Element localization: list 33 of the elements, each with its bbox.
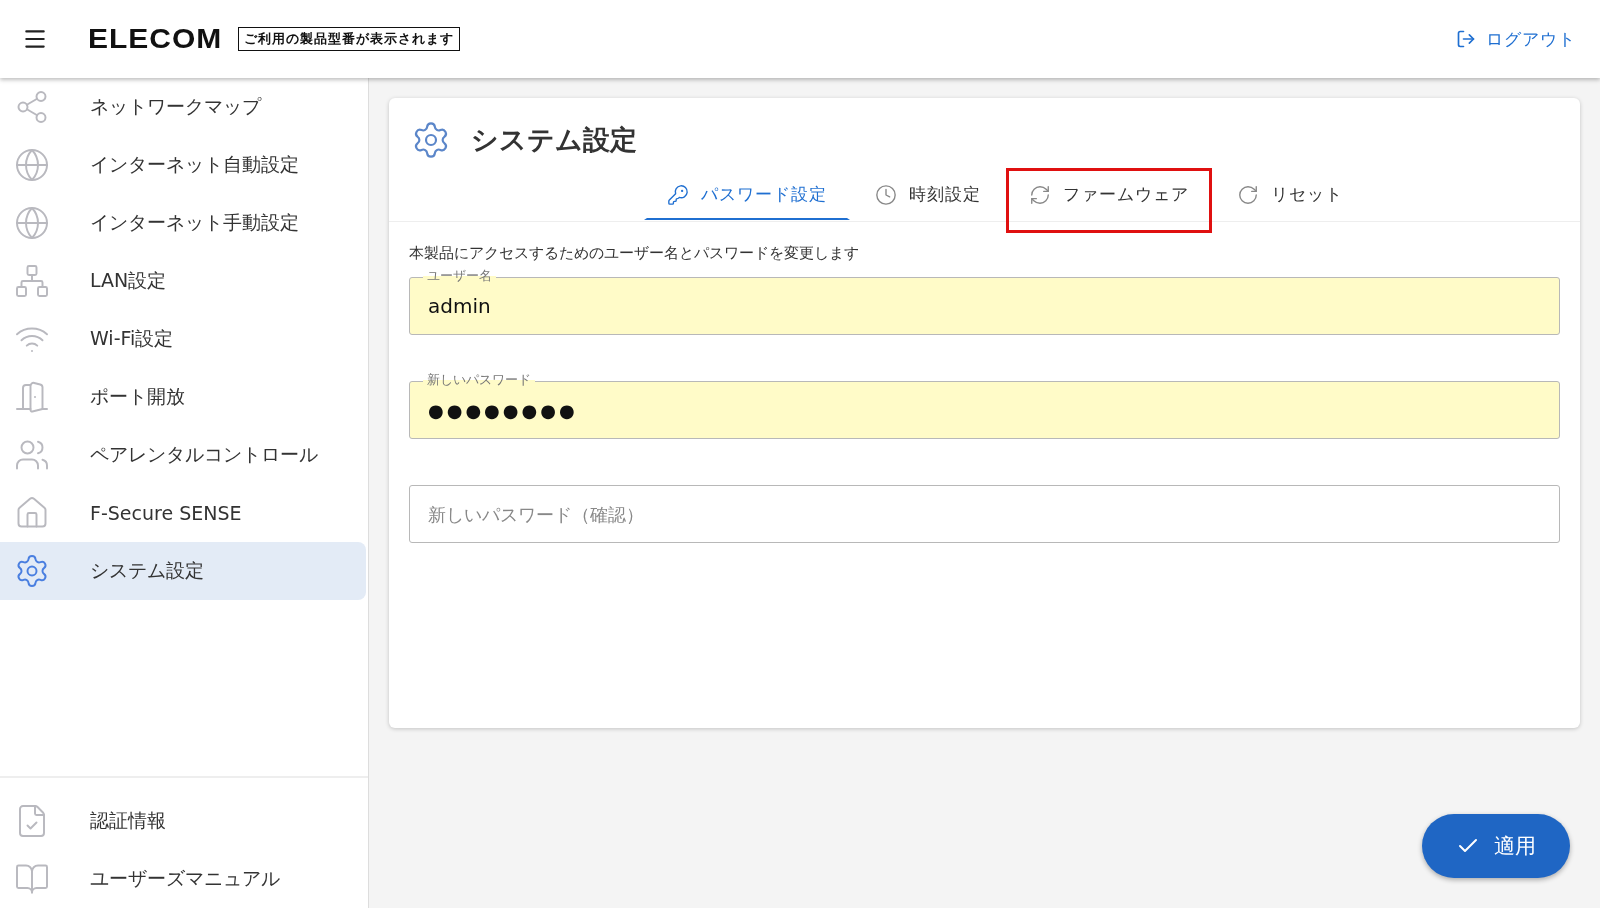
tab[interactable]: 時刻設定 <box>851 168 1004 221</box>
globe-icon <box>14 147 50 183</box>
sidebar-item[interactable]: ユーザーズマニュアル <box>0 850 368 908</box>
sidebar-item[interactable]: ネットワークマップ <box>0 78 368 136</box>
logout-link[interactable]: ログアウト <box>1456 27 1576 51</box>
door-icon <box>14 379 50 415</box>
description-text: 本製品にアクセスするためのユーザー名とパスワードを変更します <box>409 244 860 263</box>
sidebar-item[interactable]: ペアレンタルコントロール <box>0 426 368 484</box>
refresh-icon <box>1028 183 1051 206</box>
field-label: ユーザー名 <box>423 268 496 284</box>
logo: ELECOM <box>88 23 223 55</box>
page-title: システム設定 <box>471 123 637 157</box>
tab[interactable]: ファームウェア <box>1005 168 1212 233</box>
sidebar-item[interactable]: インターネット自動設定 <box>0 136 368 194</box>
model-label: ご利用の製品型番が表示されます <box>238 27 461 51</box>
clock-icon <box>874 183 897 206</box>
sidebar-item[interactable]: F-Secure SENSE <box>0 484 368 542</box>
key-icon <box>666 183 689 206</box>
input-field[interactable]: 新しいパスワード（確認） <box>409 485 1560 543</box>
sidebar-item[interactable]: システム設定 <box>0 542 366 600</box>
logout-icon <box>1456 29 1476 49</box>
sidebar-item[interactable]: 認証情報 <box>0 792 368 850</box>
apply-button[interactable]: 適用 <box>1422 814 1570 878</box>
sidebar-item[interactable]: ポート開放 <box>0 368 368 426</box>
sidebar-item[interactable]: LAN設定 <box>0 252 368 310</box>
sidebar-item[interactable]: Wi-Fi設定 <box>0 310 368 368</box>
tab[interactable]: リセット <box>1213 168 1366 221</box>
tab[interactable]: パスワード設定 <box>643 168 850 220</box>
sidebar-item[interactable]: インターネット手動設定 <box>0 194 368 252</box>
reset-icon <box>1236 183 1259 206</box>
network-icon <box>14 263 50 299</box>
field-label: 新しいパスワード <box>423 372 535 388</box>
globe-icon <box>14 205 50 241</box>
